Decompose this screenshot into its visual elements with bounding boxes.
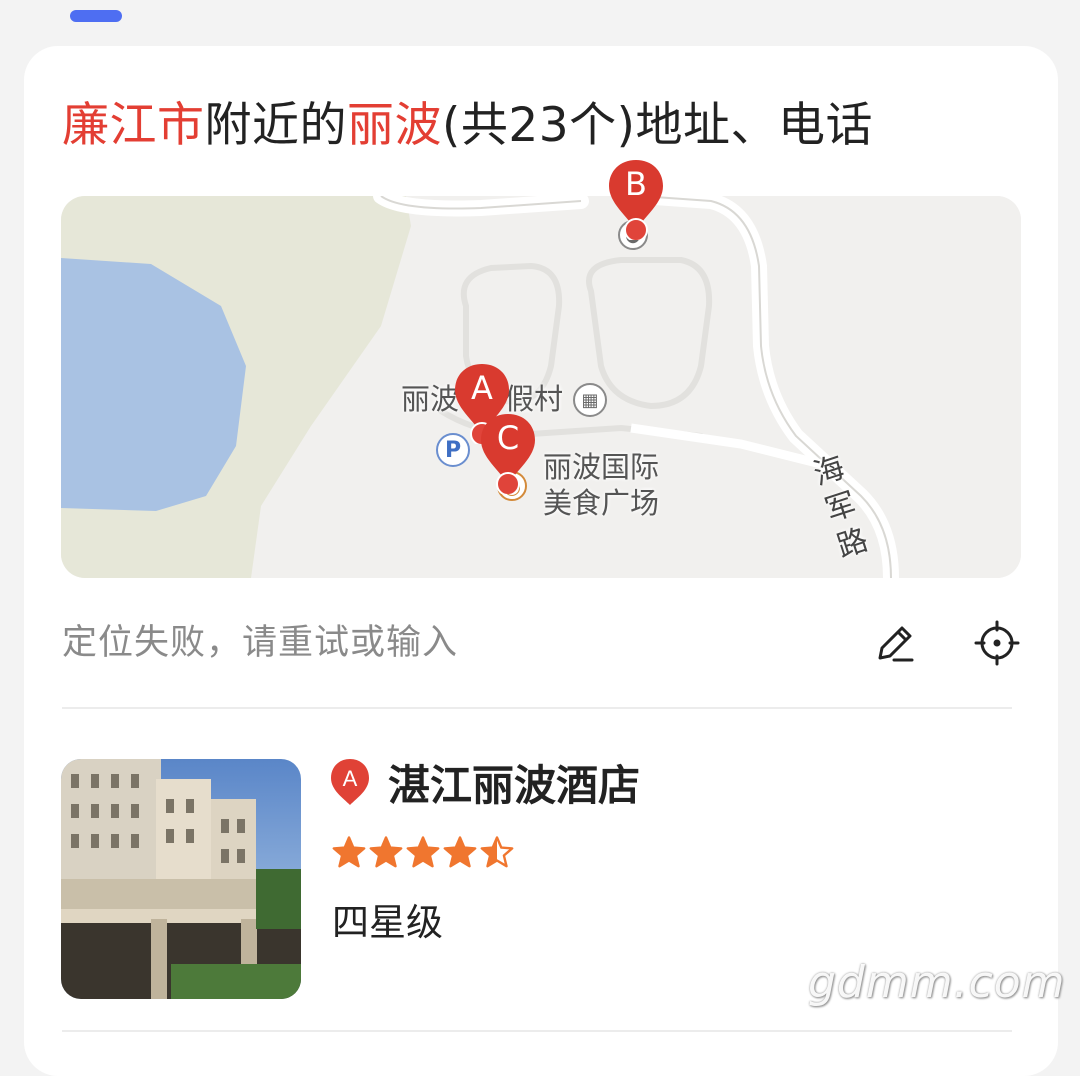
page-title: 廉江市附近的丽波(共23个)地址、电话 <box>62 96 873 156</box>
map-marker-c[interactable]: C <box>479 412 537 496</box>
star-full-icon <box>406 836 440 870</box>
title-keyword: 丽波 <box>347 98 442 153</box>
map-marker-b[interactable]: B <box>607 158 665 242</box>
title-text-2: (共23个)地址、电话 <box>442 98 873 153</box>
divider <box>62 1030 1012 1032</box>
crosshair-icon[interactable] <box>974 620 1020 666</box>
star-full-icon <box>369 836 403 870</box>
map-label-food-plaza: 丽波国际 美食广场 <box>543 450 660 520</box>
location-status-text[interactable]: 定位失败，请重试或输入 <box>62 620 458 666</box>
star-level: 四星级 <box>332 901 443 944</box>
result-card: 廉江市附近的丽波(共23个)地址、电话 ▦ P ◯ ● 丽波假村 丽波国际 <box>24 46 1058 1076</box>
title-city: 廉江市 <box>62 98 205 153</box>
star-full-icon <box>443 836 477 870</box>
star-half-icon <box>480 836 514 870</box>
divider <box>62 707 1012 709</box>
result-marker-icon: A <box>331 759 369 805</box>
star-full-icon <box>332 836 366 870</box>
result-name[interactable]: 湛江丽波酒店 <box>388 758 640 814</box>
map-view[interactable]: ▦ P ◯ ● 丽波假村 丽波国际 美食广场 海军路 A C <box>61 196 1021 578</box>
svg-text:A: A <box>343 766 358 791</box>
pencil-icon[interactable] <box>872 620 918 666</box>
building-icon[interactable]: ▦ <box>573 383 607 417</box>
rating-stars <box>332 836 514 872</box>
hotel-photo[interactable] <box>61 759 301 999</box>
watermark: gdmm.com <box>808 957 1066 1008</box>
title-text-1: 附近的 <box>204 98 347 153</box>
active-tab-indicator <box>70 10 122 22</box>
